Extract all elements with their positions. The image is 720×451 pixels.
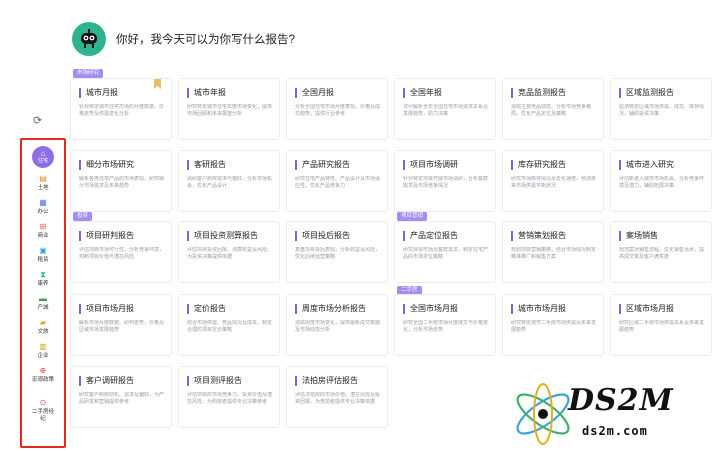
report-card-resale-region-monthly[interactable]: 区域市场月报 研究区域二手房市场供需关系及未来发展趋势 [610,294,712,356]
report-card-region-monitor[interactable]: 区域监测报告 监测特定区域市场供需、成交、库存情况，辅助投资决策 [610,78,712,140]
refresh-icon[interactable]: ⟳ [33,114,42,127]
watermark-sub-text: ds2m.com [582,424,648,438]
rail-item-industry-city[interactable]: ▬ 产城 [22,294,64,312]
report-card-marketing-plan[interactable]: 营销策划报告 规划项目营销策略，结合市场情况制定精准推广和销售方案 [502,221,604,283]
rail-item-land[interactable]: ▤ 土地 [22,174,64,192]
report-card-project-survey[interactable]: 项目市场调研 针对特定项目开展市场调研，分析客群需求及市场竞争情况 [394,150,496,212]
shop-icon: ⊞ [39,222,47,231]
report-card-auction-valuation[interactable]: 法拍房评估报告 评估法拍房的市场价值，潜在风险及投资回报，为竞拍者提供专业决策依… [286,366,388,428]
rail-item-wellness[interactable]: ⧗ 康养 [22,270,64,288]
watermark: DS2M ds2m.com [508,380,718,448]
report-card-national-monthly[interactable]: 全国月报 分析全国住宅市场月度表现，价格及成交趋势，提供行业参考 [286,78,388,140]
rail-item-enterprise[interactable]: ▥ 企业 [22,342,64,360]
watermark-main-text: DS2M [568,383,674,418]
report-card-national-annual[interactable]: 全国年报 详尽解析全年全国住宅市场需求关系及发展趋势，助力决策 [394,78,496,140]
rail-item-commercial[interactable]: ⊞ 商业 [22,222,64,240]
enterprise-icon: ▥ [39,342,47,351]
report-card-investment-calc[interactable]: 项目投资测算报告 评估项目投资回报，测算收益及风险，为投资决策提供依据 [178,221,280,283]
report-card-segment-research[interactable]: 细分市场研究 解析各类住宅产品的市场表现，研究细分市场需求及未来趋势 [70,150,172,212]
report-card-weekly-analysis[interactable]: 周度市场分析报告 追踪周度市场变化，提供最新成交数据及市场动态分析 [286,294,388,356]
macro-policy-icon: ⊕ [39,366,47,375]
report-card-client-survey[interactable]: 客户调研报告 研究客户购房动机、需求及偏好，为产品研发和营销提供参考 [70,366,172,428]
report-card-resale-city-monthly[interactable]: 城市市场月报 研究特定城市二手房市场供需及未来发展趋势 [502,294,604,356]
report-card-city-entry[interactable]: 城市进入研究 评估新进入城市市场机会，分析竞争环境及潜力，辅助拓展决策 [610,150,712,212]
industry-city-icon: ▬ [39,294,47,303]
rail-item-resale-broker[interactable]: ⊙ 二手房经纪 [22,398,64,423]
wellness-icon: ⧗ [40,270,46,279]
rail-item-office[interactable]: ▦ 办公 [22,198,64,216]
report-card-inventory-research[interactable]: 库存研究报告 研究市场库存情况及去化速度，预测未来市场供需平衡状况 [502,150,604,212]
greeting: 你好，我今天可以为你写什么报告? [72,22,295,56]
report-card-city-annual[interactable]: 城市年报 研究特定城市住宅年度市场变化，提供市场回顾和未来展望分析 [178,78,280,140]
robot-avatar-icon [72,22,106,56]
report-card-onsite-sales[interactable]: 案场销售 规范案场销售流程，优化销售话术，提高成交率及客户满意度 [610,221,712,283]
culture-tourism-icon: ▰ [39,318,47,327]
report-card-project-review[interactable]: 项目测评报告 评估项目的市场竞争力、投资价值及潜在风险，为购房者提供专业决策参考 [178,366,280,428]
resale-broker-icon: ⊙ [39,398,47,407]
report-card-pricing[interactable]: 定价报告 结合市场供需、竞品情况及成本，制定合理的项目定价策略 [178,294,280,356]
home-icon: ⌂ [40,149,46,158]
rail-item-culture-tourism[interactable]: ▰ 文旅 [22,318,64,336]
greeting-text: 你好，我今天可以为你写什么报告? [116,34,295,46]
report-card-customer-research[interactable]: 客研报告 调研客户购房需求与偏好，分析市场机会，优化产品设计 [178,150,280,212]
report-card-city-monthly[interactable]: 城市月报 针对特定城市住宅市场的月度数据、价格走势及供需变化分析 [70,78,172,140]
tag-market-research: 市场研究 [73,69,104,78]
report-card-product-positioning[interactable]: 产品定位报告 研究目标市场及客群需求，制定住宅产品的市场定位策略 [394,221,496,283]
lease-icon: ▣ [39,246,47,255]
report-card-competitor-monitor[interactable]: 竞品监测报告 追踪主要竞品动态、分析市场竞争格局，优化产品定位及策略 [502,78,604,140]
report-card-post-investment[interactable]: 项目投后报告 复盘项目投后表现，分析收益及风险，优化后续运营策略 [286,221,388,283]
report-card-product-research[interactable]: 产品研究报告 研究住宅产品特性、产品设计及市场适应性，优化产品竞争力 [286,150,388,212]
tag-project-marketing: 项目营销 [397,212,428,221]
office-icon: ▦ [39,198,47,207]
category-rail: ⌂ 住宅 ▤ 土地 ▦ 办公 ⊞ 商业 ▣ 租赁 ⧗ 康养 ▬ 产城 ▰ 文旅 … [20,138,66,448]
land-icon: ▤ [39,174,47,183]
report-card-project-monthly[interactable]: 项目市场月报 解析市场月度数据、研判走势、价格及区域市场发展趋势 [70,294,172,356]
rail-item-lease[interactable]: ▣ 租赁 [22,246,64,264]
report-card-resale-national-monthly[interactable]: 全国市场月报 研究全国二手房市场月度成交与价格变化，分析市场走势 [394,294,496,356]
tag-investment: 投资 [73,212,93,221]
report-card-project-assessment[interactable]: 项目研判报告 评估项目市场可行性，分析竞争环境，判断项目价值与潜在风险 [70,221,172,283]
rail-item-residential[interactable]: ⌂ 住宅 [22,146,64,168]
rail-item-macro-policy[interactable]: ⊕ 宏观政策 [22,366,64,384]
